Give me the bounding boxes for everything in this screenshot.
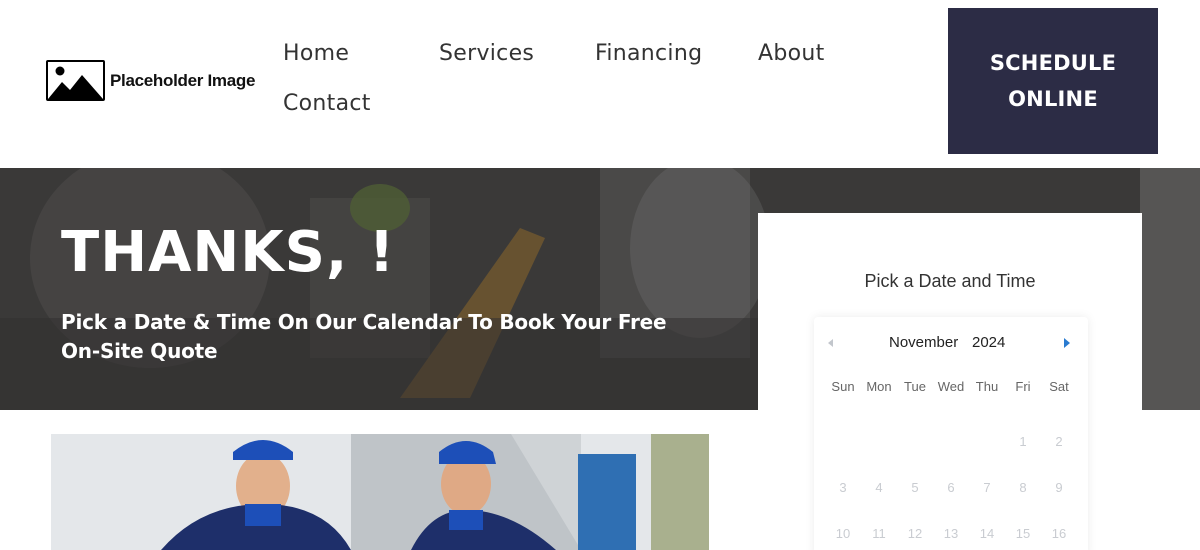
nav-home[interactable]: Home [283,41,349,66]
calendar-day: 2 [1055,434,1063,449]
calendar-day: 8 [1019,480,1027,495]
weekday-thu: Thu [975,379,999,394]
logo-text: Placeholder Image [110,70,256,90]
schedule-online-line1: SCHEDULE [989,51,1117,75]
calendar-year[interactable]: 2024 [972,334,1005,351]
nav-financing[interactable]: Financing [595,41,702,66]
technicians-photo [51,434,709,550]
calendar-day: 5 [911,480,919,495]
weekday-tue: Tue [904,379,926,394]
nav-about[interactable]: About [758,41,825,66]
calendar-day: 10 [835,526,851,541]
weekday-sun: Sun [831,379,855,394]
calendar-day: 15 [1015,526,1031,541]
calendar-day: 13 [943,526,959,541]
schedule-online-line2: ONLINE [1008,87,1098,111]
calendar-day: 6 [947,480,955,495]
image-placeholder-icon [46,60,105,101]
calendar-widget: November 2024 Sun Mon Tue Wed Thu Fri Sa… [814,317,1088,550]
weekday-fri: Fri [1015,379,1031,394]
calendar-day: 3 [839,480,847,495]
weekday-wed: Wed [937,379,965,394]
site-logo[interactable]: Placeholder Image [46,60,255,101]
calendar-day: 16 [1051,526,1067,541]
calendar-day: 12 [907,526,923,541]
calendar-day: 14 [979,526,995,541]
booking-title: Pick a Date and Time [864,271,1036,291]
booking-card: Pick a Date and Time November 2024 Sun M… [758,213,1142,550]
weekday-mon: Mon [866,379,892,394]
weekday-sat: Sat [1049,379,1069,394]
site-header: Placeholder Image Home Services Financin… [0,0,1200,168]
calendar-month[interactable]: November [889,334,958,351]
nav-contact[interactable]: Contact [283,91,371,116]
calendar-day: 4 [875,480,883,495]
schedule-online-button[interactable]: SCHEDULE ONLINE [948,8,1158,154]
hero-subtitle: Pick a Date & Time On Our Calendar To Bo… [61,310,667,363]
calendar-day: 9 [1055,480,1063,495]
calendar-day: 7 [983,480,991,495]
calendar-day: 1 [1019,434,1027,449]
nav-services[interactable]: Services [439,41,534,66]
hero-title: THANKS, ! [61,220,396,285]
calendar-day: 11 [872,526,886,541]
chevron-right-icon[interactable] [1064,338,1070,348]
chevron-left-icon[interactable] [828,339,833,347]
